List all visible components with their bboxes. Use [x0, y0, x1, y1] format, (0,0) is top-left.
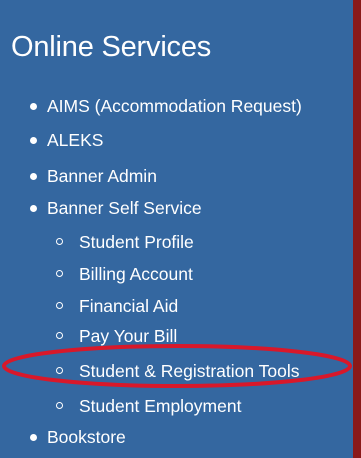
bullet-icon [30, 205, 37, 212]
menu-item-label: AIMS (Accommodation Request) [47, 96, 302, 116]
bullet-icon [30, 137, 37, 144]
circle-bullet-icon [56, 302, 63, 309]
online-services-panel: Online Services AIMS (Accommodation Requ… [0, 0, 361, 458]
circle-bullet-icon [56, 367, 63, 374]
circle-bullet-icon [56, 270, 63, 277]
circle-bullet-icon [56, 238, 63, 245]
bullet-icon [30, 103, 37, 110]
sub-item-label: Student Employment [79, 396, 242, 416]
menu-item-label: ALEKS [47, 130, 104, 150]
circle-bullet-icon [56, 332, 63, 339]
panel-title: Online Services [11, 31, 212, 63]
bullet-icon [30, 173, 37, 180]
sub-item-label: Student & Registration Tools [79, 361, 300, 381]
circle-bullet-icon [56, 402, 63, 409]
sub-item-label: Financial Aid [79, 296, 179, 316]
sub-item-label: Pay Your Bill [79, 326, 178, 346]
sub-item-label: Student Profile [79, 232, 194, 252]
sub-item-label: Billing Account [79, 264, 193, 284]
menu-item-label: Banner Self Service [47, 198, 202, 218]
bullet-icon [30, 434, 37, 441]
menu-item-label: Bookstore [47, 427, 126, 447]
menu-item-label: Banner Admin [47, 166, 157, 186]
